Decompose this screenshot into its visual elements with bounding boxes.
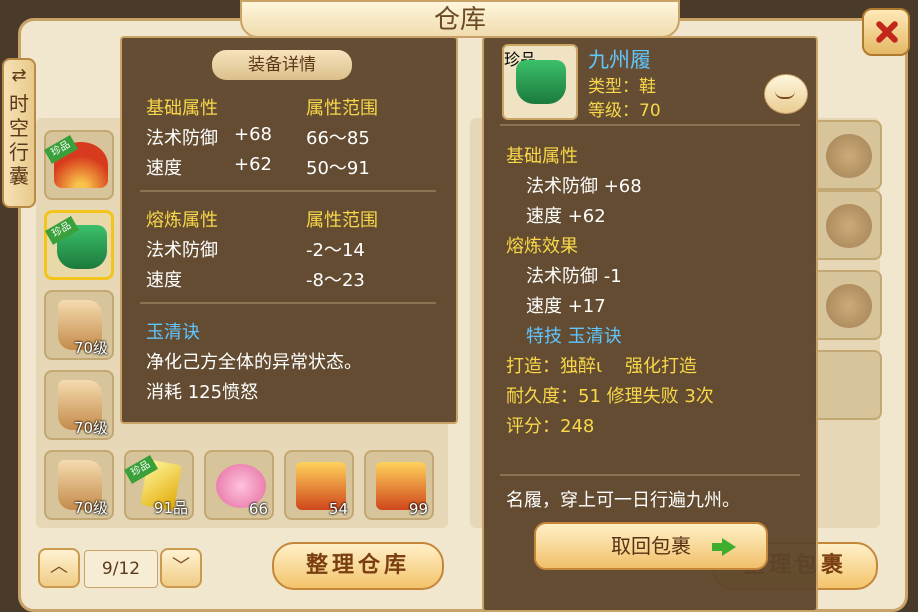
bag-slot[interactable] bbox=[812, 270, 882, 340]
base-attr-header: 基础属性 bbox=[506, 146, 578, 167]
divider bbox=[140, 302, 436, 304]
slot-count: 54 bbox=[328, 500, 348, 518]
swap-arrows-icon: ⇄ bbox=[11, 65, 27, 86]
item-type: 类型：鞋 bbox=[588, 77, 656, 97]
arrow-right-icon bbox=[712, 538, 736, 556]
special-skill: 特技 玉清诀 bbox=[526, 326, 622, 347]
warehouse-slot[interactable]: 70级 bbox=[44, 290, 114, 360]
base-stat: 法术防御 +68 bbox=[526, 176, 642, 197]
item-name: 九州履 bbox=[588, 48, 651, 72]
divider bbox=[500, 124, 800, 126]
stat-range: 66～85 bbox=[306, 128, 370, 149]
warehouse-slot[interactable]: 珍品 91品 bbox=[124, 450, 194, 520]
warehouse-slot[interactable]: 66 bbox=[204, 450, 274, 520]
slot-count: 91品 bbox=[153, 499, 188, 517]
page-indicator: 9/12 bbox=[84, 550, 158, 588]
return-button-label: 取回包裹 bbox=[611, 534, 691, 558]
smelt-effect-header: 熔炼效果 bbox=[506, 236, 578, 257]
side-tab-label: 时空行囊 bbox=[9, 92, 29, 188]
creature-icon bbox=[826, 284, 872, 328]
page-up-button[interactable]: ︿ bbox=[38, 548, 80, 588]
slot-count: 66 bbox=[248, 500, 268, 518]
return-to-bag-button[interactable]: 取回包裹 bbox=[534, 522, 768, 570]
bag-icon bbox=[826, 204, 872, 248]
close-button[interactable] bbox=[862, 8, 910, 56]
skill-cost: 消耗 125愤怒 bbox=[146, 382, 259, 403]
item-description: 名履，穿上可一日行遍九州。 bbox=[506, 490, 740, 511]
slot-count: 70级 bbox=[73, 339, 108, 357]
popup-title: 装备详情 bbox=[212, 50, 352, 80]
slot-count: 99 bbox=[408, 500, 428, 518]
page-down-button[interactable]: ﹀ bbox=[160, 548, 202, 588]
sort-warehouse-button[interactable]: 整理仓库 bbox=[272, 542, 444, 590]
score-info: 评分：248 bbox=[506, 416, 595, 437]
skill-description: 净化己方全体的异常状态。 bbox=[146, 352, 362, 373]
warehouse-slot[interactable]: 54 bbox=[284, 450, 354, 520]
base-attr-header: 基础属性 bbox=[146, 98, 218, 119]
range-header: 属性范围 bbox=[306, 98, 378, 119]
skill-name: 玉清诀 bbox=[146, 322, 200, 343]
slot-count: 70级 bbox=[73, 499, 108, 517]
stat-name: 法术防御 bbox=[146, 128, 218, 149]
stat-value: +62 bbox=[234, 154, 272, 175]
warehouse-slot[interactable]: 99 bbox=[364, 450, 434, 520]
slot-count: 70级 bbox=[73, 419, 108, 437]
warehouse-slot-selected[interactable]: 珍品 bbox=[44, 210, 114, 280]
warehouse-slot[interactable]: 珍品 bbox=[44, 130, 114, 200]
warehouse-slot[interactable]: 70级 bbox=[44, 370, 114, 440]
bag-slot[interactable] bbox=[812, 120, 882, 190]
side-tab-time-bag[interactable]: ⇄ 时空行囊 bbox=[2, 58, 36, 208]
craft-info: 打造：独醉ι 强化打造 bbox=[506, 356, 697, 377]
bag-slot[interactable] bbox=[812, 190, 882, 260]
warehouse-slot[interactable]: 70级 bbox=[44, 450, 114, 520]
smelt-stat: 法术防御 -1 bbox=[526, 266, 622, 287]
smelt-stat-name: 法术防御 bbox=[146, 240, 218, 261]
smelt-stat: 速度 +17 bbox=[526, 296, 606, 317]
stat-range: 50～91 bbox=[306, 158, 370, 179]
chevron-down-icon: ﹀ bbox=[172, 556, 190, 577]
orb-icon bbox=[826, 134, 872, 178]
smelt-stat-name: 速度 bbox=[146, 270, 182, 291]
smelt-stat-range: -8～23 bbox=[306, 270, 365, 291]
shoe-icon bbox=[516, 60, 566, 104]
base-stat: 速度 +62 bbox=[526, 206, 606, 227]
chevron-up-icon: ︿ bbox=[50, 556, 68, 577]
divider bbox=[140, 190, 436, 192]
divider bbox=[500, 474, 800, 476]
eye-toggle-button[interactable] bbox=[764, 74, 808, 114]
bag-slot[interactable] bbox=[812, 350, 882, 420]
item-level: 等级：70 bbox=[588, 101, 661, 121]
smelt-attr-header: 熔炼属性 bbox=[146, 210, 218, 231]
durability-info: 耐久度：51 修理失败 3次 bbox=[506, 386, 714, 407]
stat-value: +68 bbox=[234, 124, 272, 145]
smelt-stat-range: -2～14 bbox=[306, 240, 365, 261]
stat-name: 速度 bbox=[146, 158, 182, 179]
smelt-range-header: 属性范围 bbox=[306, 210, 378, 231]
item-icon-frame: 珍品 bbox=[502, 44, 578, 120]
window-title: 仓库 bbox=[240, 0, 680, 38]
